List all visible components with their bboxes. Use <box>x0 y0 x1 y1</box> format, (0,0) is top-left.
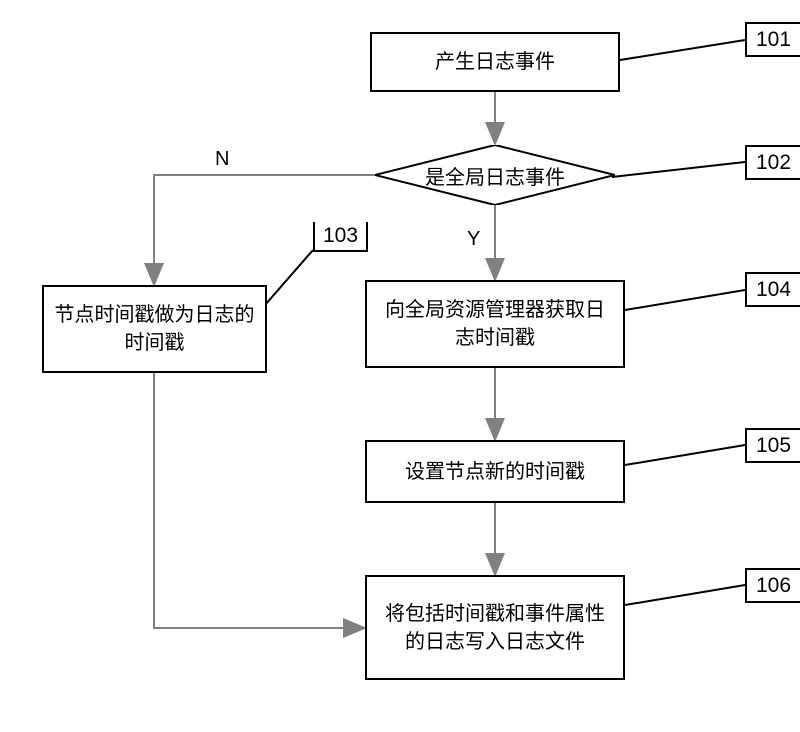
node-106-text: 将包括时间戳和事件属性的日志写入日志文件 <box>379 600 611 656</box>
tag-106: 106 <box>745 568 800 603</box>
node-105: 设置节点新的时间戳 <box>365 440 625 503</box>
node-106: 将包括时间戳和事件属性的日志写入日志文件 <box>365 575 625 680</box>
node-102-text: 是全局日志事件 <box>425 161 565 190</box>
node-102: 是全局日志事件 <box>375 145 615 205</box>
tag-101-text: 101 <box>756 28 791 52</box>
tag-103: 103 <box>313 222 368 252</box>
tag-106-text: 106 <box>756 574 791 598</box>
label-yes: Y <box>467 228 480 251</box>
tag-104-text: 104 <box>756 278 791 302</box>
node-103-text: 节点时间戳做为日志的时间戳 <box>50 301 259 357</box>
tag-102: 102 <box>745 145 800 180</box>
tag-101: 101 <box>745 22 800 57</box>
tag-102-text: 102 <box>756 151 791 175</box>
label-no: N <box>215 148 229 171</box>
tag-105: 105 <box>745 428 800 463</box>
tag-105-text: 105 <box>756 434 791 458</box>
node-101: 产生日志事件 <box>370 32 620 92</box>
node-103: 节点时间戳做为日志的时间戳 <box>42 285 267 373</box>
tag-104: 104 <box>745 272 800 307</box>
node-105-text: 设置节点新的时间戳 <box>405 458 585 486</box>
node-101-text: 产生日志事件 <box>435 48 555 76</box>
node-104: 向全局资源管理器获取日志时间戳 <box>365 280 625 368</box>
tag-103-text: 103 <box>323 224 358 248</box>
node-104-text: 向全局资源管理器获取日志时间戳 <box>377 296 613 352</box>
